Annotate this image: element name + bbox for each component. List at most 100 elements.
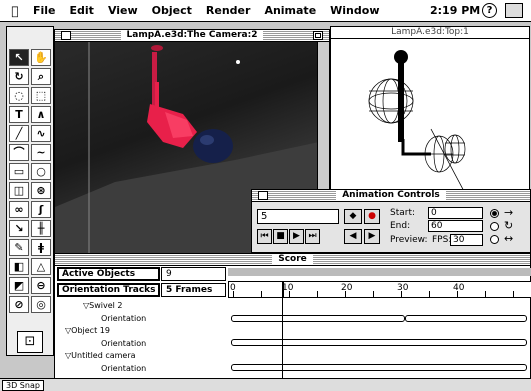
pen-tool-icon[interactable]: ∧ (31, 106, 51, 123)
animation-controls-title: Animation Controls (336, 190, 446, 201)
light-marker (236, 60, 240, 64)
camera-window-titlebar[interactable]: LampA.e3d:The Camera:2 (55, 30, 329, 42)
frames-count[interactable]: 5 Frames (161, 283, 226, 297)
path-tool-icon[interactable]: ⊘ (9, 296, 29, 313)
text-tool-icon[interactable]: T (9, 106, 29, 123)
zoom-tool-icon[interactable]: ⌕ (31, 68, 51, 85)
ruler-tick (261, 291, 262, 297)
ruler-tick (233, 291, 234, 297)
fps-field[interactable]: 30 (450, 234, 483, 246)
arrow-tool-icon[interactable]: ↖ (9, 49, 29, 66)
paint-tool-icon[interactable]: ✎ (9, 239, 29, 256)
frame-ruler[interactable]: 0 10 20 30 40 (228, 281, 531, 298)
set-keyframe-button[interactable]: ◆ (344, 209, 362, 224)
rewind-button[interactable]: ⏮ (257, 229, 272, 244)
ruler-tick (289, 291, 290, 297)
fast-forward-button[interactable]: ⏭ (305, 229, 320, 244)
tree-track-item[interactable]: Orientation (101, 364, 146, 373)
score-title: Score (272, 254, 313, 265)
animation-controls-titlebar[interactable]: Animation Controls (252, 190, 530, 202)
tree-group-item[interactable]: ▽Untitled camera (65, 351, 136, 360)
orbit-tool-icon[interactable]: ◎ (31, 296, 51, 313)
orientation-tracks-label[interactable]: Orientation Tracks (57, 283, 160, 297)
tree-track-item[interactable]: Orientation (101, 314, 146, 323)
light-tool-icon[interactable]: △ (31, 258, 51, 275)
play-button[interactable]: ▶ (289, 229, 304, 244)
menu-animate[interactable]: Animate (257, 4, 323, 17)
top-window-titlebar[interactable]: LampA.e3d:Top:1 (331, 27, 529, 39)
reset-view-icon[interactable]: ⊡ (17, 331, 43, 353)
ruler-tick (373, 291, 374, 297)
camera-tool-icon[interactable]: ◧ (9, 258, 29, 275)
help-menu-icon[interactable]: ? (482, 3, 497, 18)
close-box-icon[interactable] (61, 31, 71, 40)
apple-menu-icon[interactable]:  (4, 4, 26, 18)
material-tool-icon[interactable]: ◩ (9, 277, 29, 294)
track-bar[interactable] (231, 315, 405, 322)
marquee-tool-icon[interactable]: ⬚ (31, 87, 51, 104)
ruler-tick (485, 291, 486, 297)
close-box-icon[interactable] (258, 191, 268, 200)
end-field[interactable]: 60 (428, 220, 483, 232)
sphere-highlight (200, 135, 214, 145)
tree-track-item[interactable]: Orientation (101, 339, 146, 348)
track-bar[interactable] (231, 339, 527, 346)
menu-edit[interactable]: Edit (63, 4, 101, 17)
hand-tool-icon[interactable]: ✋ (31, 49, 51, 66)
freehand-tool-icon[interactable]: ~ (31, 144, 51, 161)
track-bar[interactable] (405, 315, 527, 322)
active-objects-value[interactable]: 9 (161, 267, 226, 281)
tool-palette: ↖ ✋ ↻ ⌕ ◌ ⬚ T ∧ ╱ ∿ ⌒ ~ ▭ ○ ◫ ⊛ ∞ ʃ ↘ ╫ … (6, 26, 54, 356)
start-field[interactable]: 0 (428, 207, 483, 219)
joint-tool-icon[interactable]: ╫ (31, 220, 51, 237)
application-menu-icon[interactable] (505, 3, 523, 18)
current-frame-line (282, 298, 283, 382)
rectangle-tool-icon[interactable]: ▭ (9, 163, 29, 180)
record-button[interactable]: ● (364, 209, 380, 224)
oval-tool-icon[interactable]: ○ (31, 163, 51, 180)
menu-render[interactable]: Render (199, 4, 258, 17)
current-frame-field[interactable]: 5 (257, 209, 339, 224)
fps-label: FPS: (432, 235, 452, 245)
tree-group-item[interactable]: ▽Object 19 (65, 326, 110, 335)
curve-tool-icon[interactable]: ∿ (31, 125, 51, 142)
lathe-tool-icon[interactable]: ⊛ (31, 182, 51, 199)
ruler-tick (457, 291, 458, 297)
ruler-tick (513, 291, 514, 297)
lasso-tool-icon[interactable]: ◌ (9, 87, 29, 104)
extrude-tool-icon[interactable]: ◫ (9, 182, 29, 199)
previous-frame-button[interactable]: ◀ (344, 229, 362, 244)
eyedropper-tool-icon[interactable]: ǂ (31, 239, 51, 256)
zoom-box-icon[interactable] (313, 31, 323, 40)
polygon-tool-icon[interactable]: ⌒ (9, 144, 29, 161)
blue-sphere (193, 129, 233, 163)
line-tool-icon[interactable]: ╱ (9, 125, 29, 142)
score-titlebar[interactable]: Score (55, 254, 530, 266)
next-frame-button[interactable]: ▶ (364, 229, 380, 244)
play-forward-radio[interactable] (490, 209, 499, 218)
camera-window-title: LampA.e3d:The Camera:2 (120, 30, 264, 41)
ruler-tick-label: 30 (397, 283, 409, 293)
end-label: End: (390, 221, 411, 231)
active-objects-label: Active Objects (57, 267, 160, 281)
link-tool-icon[interactable]: ∞ (9, 201, 29, 218)
menu-view[interactable]: View (101, 4, 145, 17)
play-forward-icon: → (504, 206, 514, 219)
ping-pong-radio[interactable] (490, 235, 499, 244)
track-bar[interactable] (231, 364, 527, 371)
stop-button[interactable]: ■ (273, 229, 288, 244)
score-window: Score Active Objects 9 Orientation Track… (54, 253, 531, 382)
menu-window[interactable]: Window (323, 4, 386, 17)
loop-radio[interactable] (490, 222, 499, 231)
playhead[interactable] (282, 282, 284, 298)
sweep-tool-icon[interactable]: ʃ (31, 201, 51, 218)
bone-tool-icon[interactable]: ↘ (9, 220, 29, 237)
menu-file[interactable]: File (26, 4, 63, 17)
tree-group-item[interactable]: ▽Swivel 2 (83, 301, 123, 310)
sphere-tool-icon[interactable]: ⊖ (31, 277, 51, 294)
menu-object[interactable]: Object (145, 4, 199, 17)
ruler-tick (429, 291, 430, 297)
zoom-field[interactable]: 3D Snap (2, 380, 44, 391)
rotate-tool-icon[interactable]: ↻ (9, 68, 29, 85)
start-label: Start: (390, 208, 416, 218)
